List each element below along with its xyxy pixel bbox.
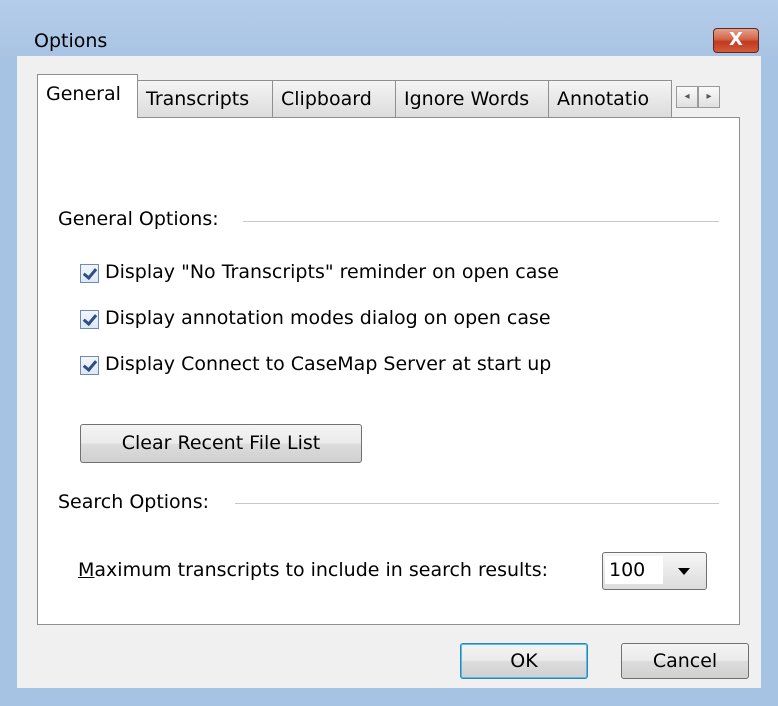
checkbox-checked[interactable] bbox=[80, 356, 99, 375]
options-dialog: Options X Transcripts Clipboard Ignore W… bbox=[0, 0, 778, 706]
max-transcripts-label: Maximum transcripts to include in search… bbox=[78, 559, 548, 581]
title-bar: Options X bbox=[0, 0, 778, 56]
ok-button[interactable]: OK bbox=[460, 643, 588, 679]
checkbox-label: Display annotation modes dialog on open … bbox=[105, 307, 551, 329]
chevron-right-icon: ▸ bbox=[706, 91, 712, 102]
checkbox-label: Display Connect to CaseMap Server at sta… bbox=[105, 353, 552, 375]
checkbox-label: Display "No Transcripts" reminder on ope… bbox=[105, 261, 559, 283]
dialog-client-area: Transcripts Clipboard Ignore Words Annot… bbox=[17, 56, 761, 688]
search-options-heading: Search Options: bbox=[58, 491, 220, 513]
button-label: Clear Recent File List bbox=[121, 432, 321, 454]
tab-transcripts[interactable]: Transcripts bbox=[137, 80, 273, 117]
tab-label: Annotatio bbox=[557, 88, 650, 110]
chevron-left-icon: ◂ bbox=[684, 91, 690, 102]
checkbox-checked[interactable] bbox=[80, 264, 99, 283]
tab-scroll-right-button[interactable]: ▸ bbox=[698, 86, 720, 108]
tab-clipboard[interactable]: Clipboard bbox=[272, 80, 396, 117]
checkbox-checked[interactable] bbox=[80, 310, 99, 329]
tab-scroll-left-button[interactable]: ◂ bbox=[676, 86, 698, 108]
select-value: 100 bbox=[605, 556, 663, 584]
tab-annotations[interactable]: Annotatio bbox=[548, 80, 672, 117]
tab-label: Ignore Words bbox=[404, 88, 530, 110]
chevron-down-icon bbox=[678, 568, 690, 575]
tab-ignore-words[interactable]: Ignore Words bbox=[395, 80, 549, 117]
close-icon: X bbox=[729, 29, 743, 50]
accelerator-key: M bbox=[78, 559, 95, 581]
tab-panel-general: General Options: Display "No Transcripts… bbox=[37, 117, 740, 625]
max-transcripts-select[interactable]: 100 bbox=[602, 552, 707, 590]
tab-label: Clipboard bbox=[281, 88, 372, 110]
button-label: Cancel bbox=[652, 650, 718, 672]
cancel-button[interactable]: Cancel bbox=[621, 643, 749, 679]
general-options-heading: General Options: bbox=[58, 208, 229, 230]
button-label: OK bbox=[510, 650, 538, 672]
search-options-divider bbox=[235, 503, 719, 504]
tab-label: General bbox=[46, 83, 121, 105]
general-options-divider bbox=[243, 221, 719, 222]
window-title: Options bbox=[34, 30, 108, 52]
tab-label: Transcripts bbox=[146, 88, 250, 110]
clear-recent-file-list-button[interactable]: Clear Recent File List bbox=[80, 424, 362, 463]
close-button[interactable]: X bbox=[713, 28, 759, 53]
label-text: aximum transcripts to include in search … bbox=[94, 559, 549, 581]
tab-general[interactable]: General bbox=[37, 74, 138, 118]
